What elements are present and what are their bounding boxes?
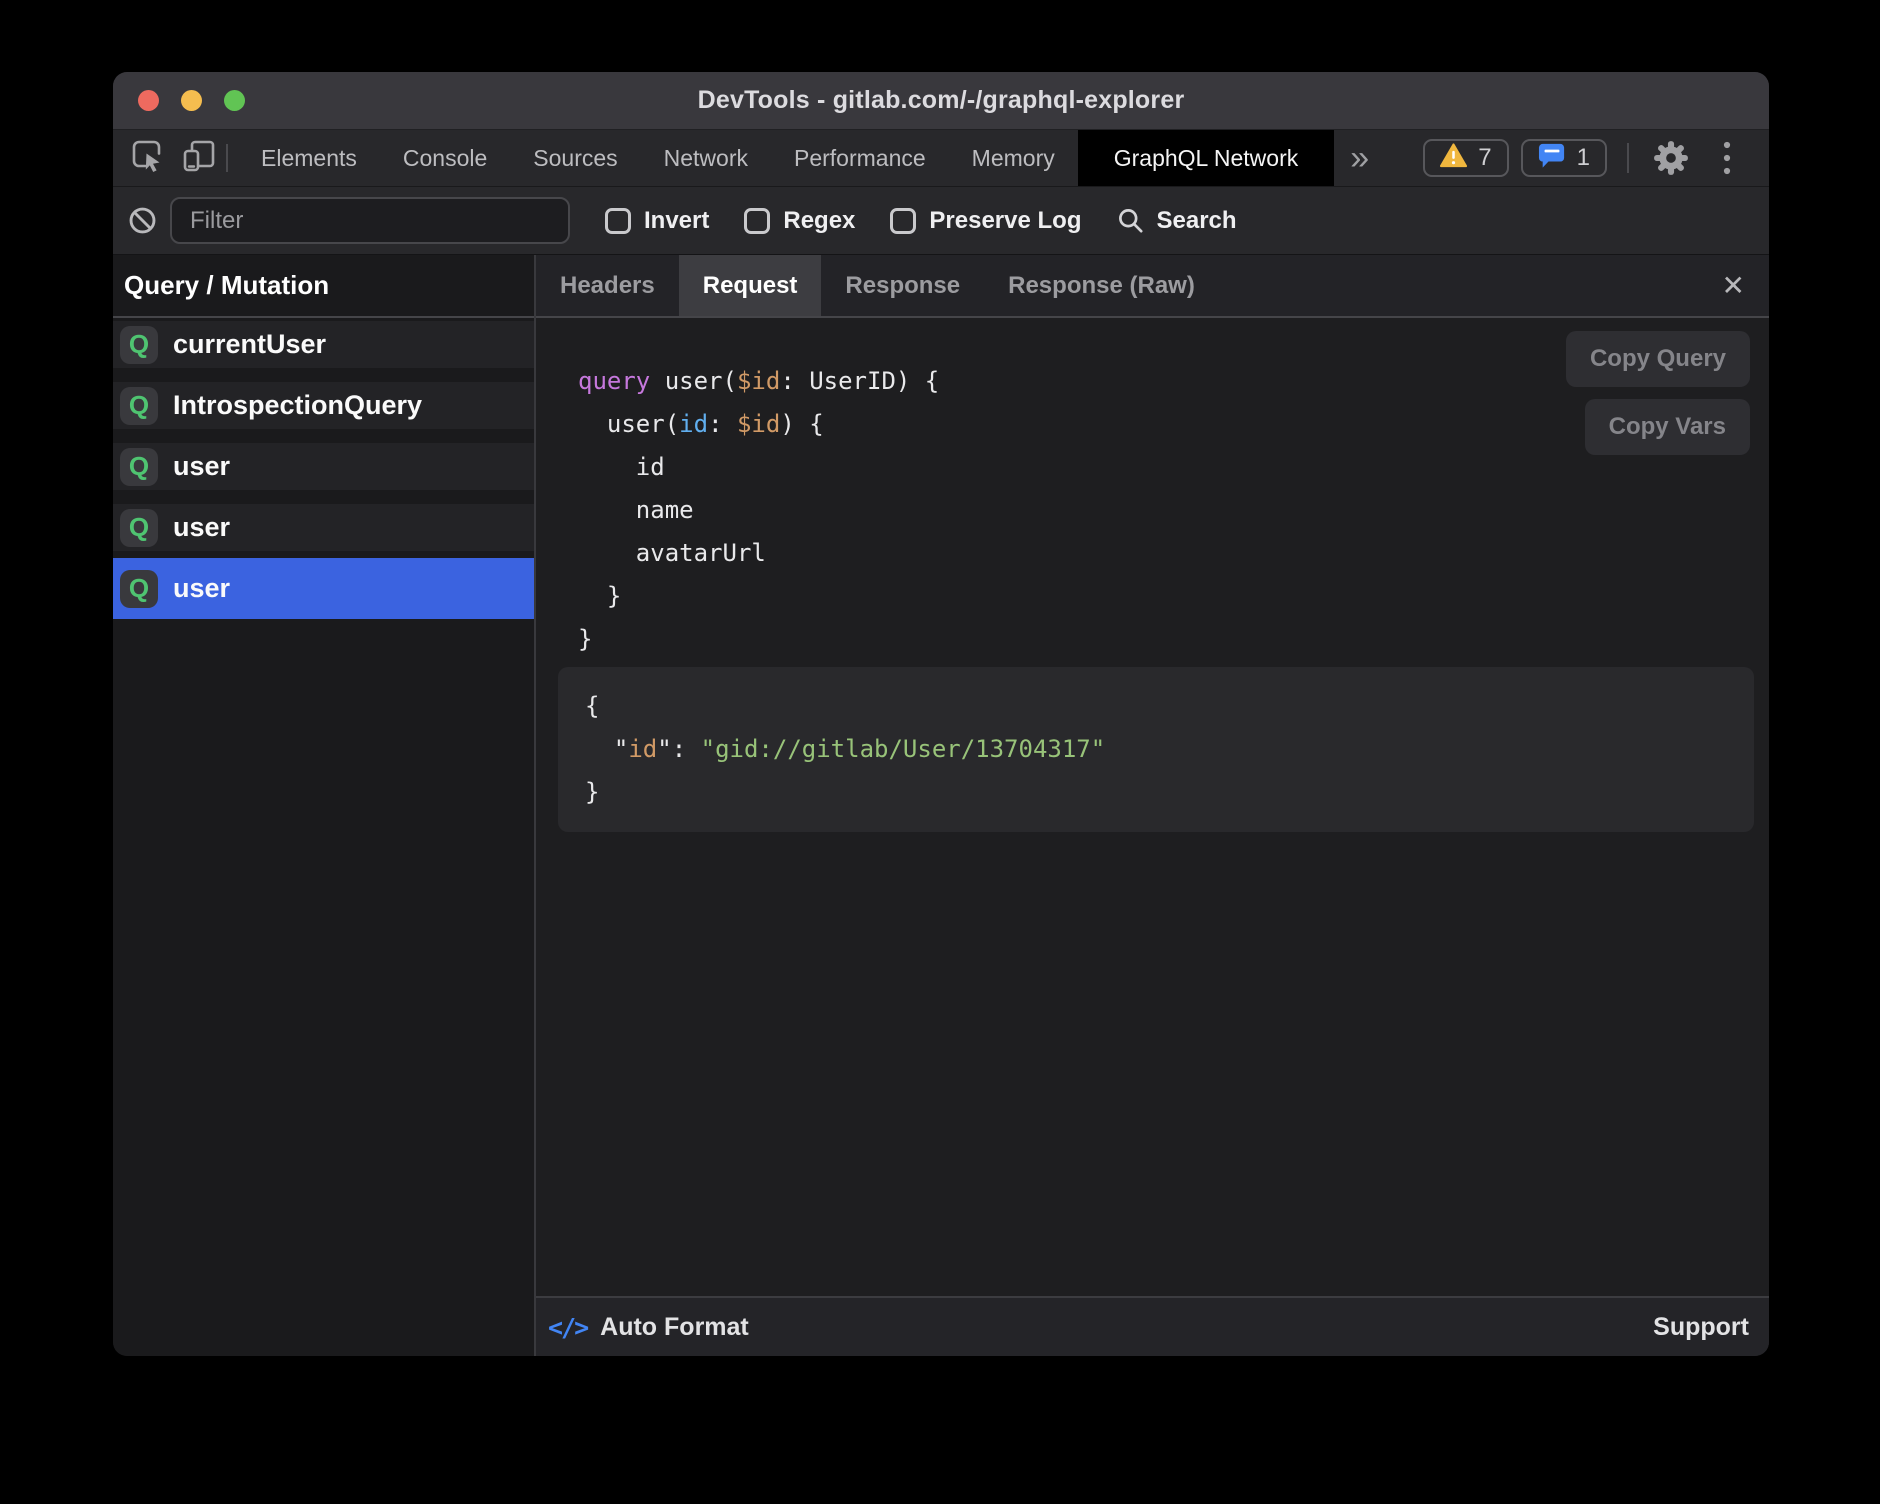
preserve-log-checkbox-group[interactable]: Preserve Log: [890, 207, 1081, 235]
query-type-badge: Q: [120, 570, 158, 608]
query-name: user: [173, 512, 230, 543]
code-line: {: [585, 685, 1734, 728]
close-window-button[interactable]: [138, 90, 159, 111]
regex-checkbox: [744, 208, 770, 234]
code-line: avatarUrl: [578, 532, 1769, 575]
block-filter-icon[interactable]: [128, 206, 157, 235]
titlebar: DevTools - gitlab.com/-/graphql-explorer: [113, 72, 1769, 130]
settings-gear-icon[interactable]: [1649, 136, 1693, 180]
list-item-user-1[interactable]: Q user: [113, 443, 534, 490]
support-link[interactable]: Support: [1653, 1313, 1749, 1342]
invert-checkbox-group[interactable]: Invert: [605, 207, 709, 235]
query-type-badge: Q: [120, 448, 158, 486]
device-toolbar-icon[interactable]: [182, 139, 216, 178]
auto-format-button[interactable]: </> Auto Format: [548, 1313, 749, 1342]
tab-sources[interactable]: Sources: [510, 130, 640, 186]
list-item-user-2[interactable]: Q user: [113, 504, 534, 551]
tool-icons: [113, 130, 216, 186]
copy-query-button[interactable]: Copy Query: [1566, 331, 1750, 387]
close-detail-icon[interactable]: ✕: [1722, 272, 1745, 300]
tab-performance[interactable]: Performance: [771, 130, 949, 186]
warnings-badge[interactable]: 7: [1423, 139, 1508, 177]
auto-format-label: Auto Format: [600, 1313, 749, 1342]
screen: { "titlebar": { "title": "DevTools - git…: [0, 0, 1880, 1504]
filter-toolbar: Invert Regex Preserve Log Search: [113, 187, 1769, 255]
tab-console[interactable]: Console: [380, 130, 510, 186]
invert-label: Invert: [644, 207, 709, 235]
query-variables-box: { "id": "gid://gitlab/User/13704317" }: [558, 667, 1754, 832]
tabbar-separator: [226, 144, 228, 172]
code-line: }: [578, 575, 1769, 618]
preserve-log-checkbox: [890, 208, 916, 234]
tab-response[interactable]: Response: [821, 255, 984, 316]
issues-count: 1: [1577, 144, 1590, 172]
warnings-count: 7: [1478, 144, 1491, 172]
query-type-badge: Q: [120, 326, 158, 364]
query-name: user: [173, 573, 230, 604]
query-name: user: [173, 451, 230, 482]
devtools-window: DevTools - gitlab.com/-/graphql-explorer…: [113, 72, 1769, 1356]
list-item-currentUser[interactable]: Q currentUser: [113, 321, 534, 368]
copy-buttons: Copy Query Copy Vars: [1566, 331, 1750, 455]
issues-badge[interactable]: 1: [1521, 139, 1607, 177]
list-item-user-3-selected[interactable]: Q user: [113, 558, 534, 619]
tab-headers[interactable]: Headers: [536, 255, 679, 316]
query-list: Q currentUser Q IntrospectionQuery Q use…: [113, 318, 534, 626]
code-line: name: [578, 489, 1769, 532]
tab-memory[interactable]: Memory: [949, 130, 1078, 186]
filter-input[interactable]: [170, 197, 570, 244]
regex-checkbox-group[interactable]: Regex: [744, 207, 855, 235]
tab-elements[interactable]: Elements: [238, 130, 380, 186]
query-list-header: Query / Mutation: [113, 255, 534, 318]
traffic-lights: [138, 72, 245, 129]
tab-graphql-network[interactable]: GraphQL Network: [1078, 130, 1335, 186]
query-name: IntrospectionQuery: [173, 390, 422, 421]
search-icon: [1117, 207, 1144, 234]
warning-icon: [1440, 143, 1467, 173]
zoom-window-button[interactable]: [224, 90, 245, 111]
search-control[interactable]: Search: [1117, 207, 1236, 235]
detail-footer: </> Auto Format Support: [536, 1296, 1769, 1356]
copy-vars-button[interactable]: Copy Vars: [1585, 399, 1750, 455]
preserve-log-label: Preserve Log: [929, 207, 1081, 235]
minimize-window-button[interactable]: [181, 90, 202, 111]
detail-tabbar: Headers Request Response Response (Raw) …: [536, 255, 1769, 318]
request-detail-panel: Headers Request Response Response (Raw) …: [536, 255, 1769, 1356]
code-line: }: [585, 771, 1734, 814]
controls-separator: [1627, 143, 1629, 173]
query-name: currentUser: [173, 329, 326, 360]
query-type-badge: Q: [120, 509, 158, 547]
code-brackets-icon: </>: [548, 1313, 587, 1342]
message-bubble-icon: [1538, 142, 1566, 174]
kebab-menu-icon[interactable]: [1705, 136, 1749, 180]
main-split: Query / Mutation Q currentUser Q Introsp…: [113, 255, 1769, 1356]
query-list-panel: Query / Mutation Q currentUser Q Introsp…: [113, 255, 534, 1356]
tabbar-right-controls: 7 1: [1423, 130, 1769, 186]
devtools-tabbar: Elements Console Sources Network Perform…: [113, 130, 1769, 187]
search-label: Search: [1156, 207, 1236, 235]
variables-section: { "id": "gid://gitlab/User/13704317" }: [558, 667, 1769, 832]
code-line: }: [578, 618, 1769, 661]
inspect-element-icon[interactable]: [131, 139, 165, 178]
tab-response-raw[interactable]: Response (Raw): [984, 255, 1219, 316]
query-type-badge: Q: [120, 387, 158, 425]
more-tabs-chevron[interactable]: »: [1334, 130, 1385, 186]
regex-label: Regex: [783, 207, 855, 235]
tab-network[interactable]: Network: [641, 130, 771, 186]
list-item-introspectionQuery[interactable]: Q IntrospectionQuery: [113, 382, 534, 429]
request-content: Copy Query Copy Vars query user($id: Use…: [536, 318, 1769, 1296]
tab-request[interactable]: Request: [679, 255, 822, 316]
window-title: DevTools - gitlab.com/-/graphql-explorer: [698, 86, 1185, 115]
invert-checkbox: [605, 208, 631, 234]
code-line: "id": "gid://gitlab/User/13704317": [585, 728, 1734, 771]
